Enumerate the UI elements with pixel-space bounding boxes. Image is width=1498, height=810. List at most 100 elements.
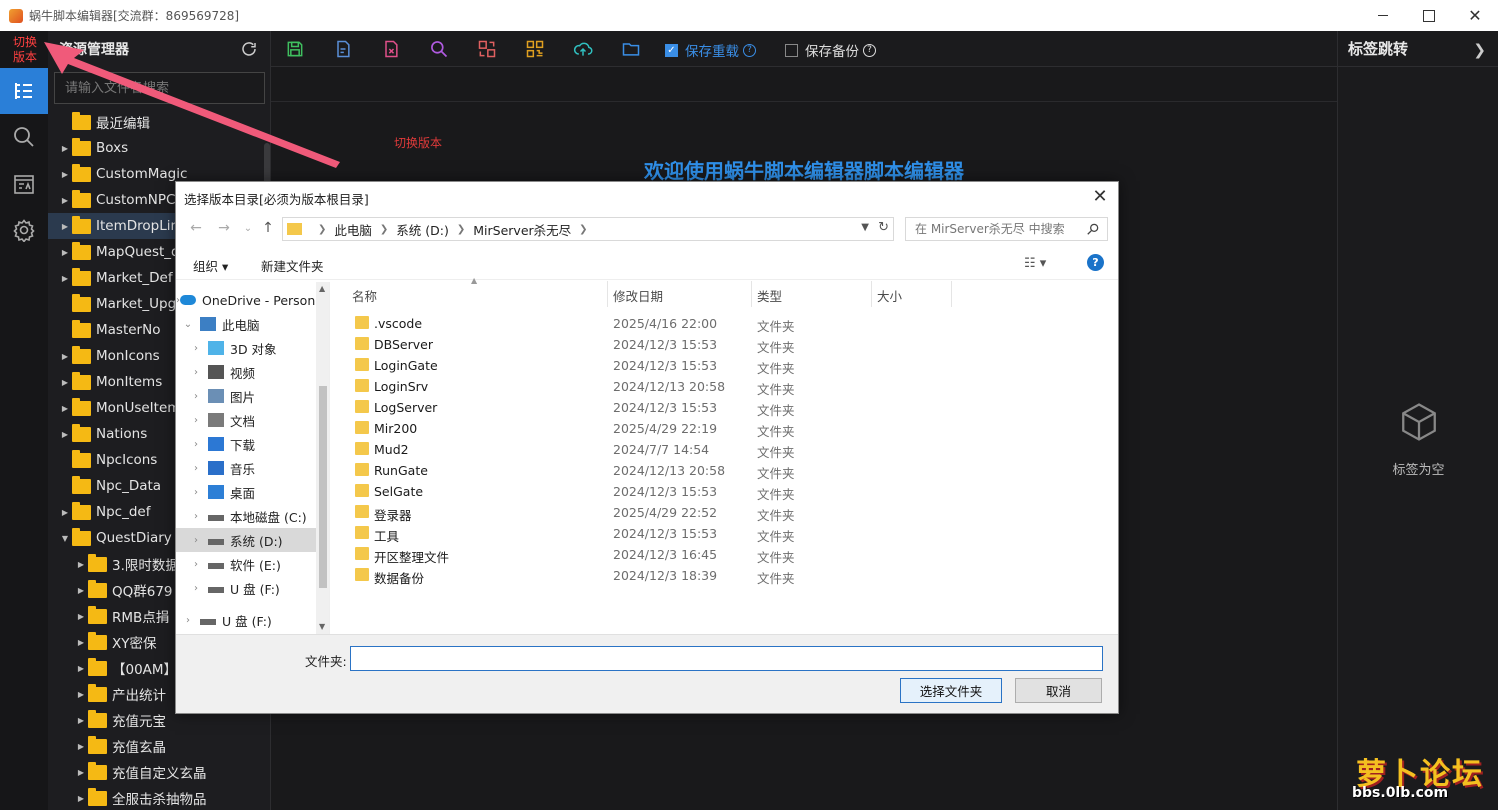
- cancel-button[interactable]: 取消: [1015, 678, 1102, 703]
- edit-file-icon[interactable]: [333, 39, 353, 59]
- explorer-tab-icon[interactable]: [0, 68, 48, 114]
- save-backup-checkbox[interactable]: 保存备份 ?: [785, 40, 876, 60]
- chevron-right-icon[interactable]: ›: [184, 487, 208, 498]
- new-folder-button[interactable]: 新建文件夹: [261, 256, 324, 275]
- refresh-icon[interactable]: ↻: [878, 220, 889, 235]
- nav-pane-item[interactable]: ⌄ 此电脑: [176, 312, 316, 336]
- file-row[interactable]: Mir200 2025/4/29 22:19 文件夹: [331, 418, 1118, 439]
- search-tab-icon[interactable]: [0, 114, 48, 160]
- nav-pane-item[interactable]: › 音乐: [176, 456, 316, 480]
- column-type-header[interactable]: 类型: [757, 286, 782, 305]
- chevron-right-icon[interactable]: ❯: [1473, 41, 1486, 59]
- nav-pane-item[interactable]: › OneDrive - Personal: [176, 288, 326, 312]
- qrcode-icon[interactable]: [525, 39, 545, 59]
- save-reload-checkbox[interactable]: ✓ 保存重载 ?: [665, 40, 756, 60]
- chevron-right-icon[interactable]: ›: [176, 615, 200, 626]
- chevron-right-icon[interactable]: ▶: [74, 612, 88, 621]
- up-arrow-icon[interactable]: ↑: [258, 220, 278, 236]
- format-tab-icon[interactable]: [0, 161, 48, 207]
- nav-pane-item[interactable]: › 系统 (D:): [176, 528, 316, 552]
- chevron-right-icon[interactable]: ›: [184, 439, 208, 450]
- file-row[interactable]: RunGate 2024/12/13 20:58 文件夹: [331, 460, 1118, 481]
- file-row[interactable]: 数据备份 2024/12/3 18:39 文件夹: [331, 565, 1118, 586]
- file-row[interactable]: SelGate 2024/12/3 15:53 文件夹: [331, 481, 1118, 502]
- settings-gear-icon[interactable]: [0, 207, 48, 253]
- chevron-right-icon[interactable]: ▶: [74, 664, 88, 673]
- switch-version-hint[interactable]: 切换版本: [394, 134, 442, 151]
- chevron-right-icon[interactable]: ❯: [457, 224, 465, 235]
- cloud-upload-icon[interactable]: [573, 39, 593, 59]
- chevron-right-icon[interactable]: ❯: [318, 224, 326, 235]
- column-divider[interactable]: [751, 281, 752, 307]
- chevron-down-icon[interactable]: ▼: [58, 534, 72, 543]
- chevron-right-icon[interactable]: ▶: [74, 586, 88, 595]
- chevron-right-icon[interactable]: ▶: [74, 638, 88, 647]
- chevron-right-icon[interactable]: ›: [184, 535, 208, 546]
- chevron-right-icon[interactable]: ▶: [58, 222, 72, 231]
- column-divider[interactable]: [607, 281, 608, 307]
- chevron-right-icon[interactable]: ›: [184, 367, 208, 378]
- nav-pane-item[interactable]: › 图片: [176, 384, 316, 408]
- chevron-down-icon[interactable]: ▼: [861, 222, 869, 233]
- chevron-right-icon[interactable]: ▶: [58, 196, 72, 205]
- recent-dropdown-icon[interactable]: ⌄: [238, 223, 258, 234]
- chevron-right-icon[interactable]: ▶: [58, 378, 72, 387]
- scroll-up-icon[interactable]: ▲: [319, 284, 325, 293]
- open-folder-icon[interactable]: [621, 39, 641, 59]
- chevron-right-icon[interactable]: ▶: [74, 768, 88, 777]
- find-icon[interactable]: [429, 39, 449, 59]
- chevron-right-icon[interactable]: ▶: [58, 170, 72, 179]
- column-size-header[interactable]: 大小: [877, 286, 902, 305]
- file-row[interactable]: 开区整理文件 2024/12/3 16:45 文件夹: [331, 544, 1118, 565]
- chevron-right-icon[interactable]: ❯: [579, 224, 587, 235]
- tree-item[interactable]: ▶ 充值自定义玄晶: [48, 759, 270, 785]
- folder-name-input[interactable]: [350, 646, 1103, 671]
- chevron-right-icon[interactable]: ›: [184, 559, 208, 570]
- chevron-right-icon[interactable]: ▶: [58, 352, 72, 361]
- nav-pane-item[interactable]: › U 盘 (F:): [176, 608, 316, 632]
- file-row[interactable]: 登录器 2025/4/29 22:52 文件夹: [331, 502, 1118, 523]
- chevron-right-icon[interactable]: ›: [184, 391, 208, 402]
- nav-pane-item[interactable]: › 桌面: [176, 480, 316, 504]
- chevron-right-icon[interactable]: ▶: [58, 144, 72, 153]
- chevron-right-icon[interactable]: ▶: [58, 508, 72, 517]
- chevron-right-icon[interactable]: ▶: [58, 248, 72, 257]
- refresh-icon[interactable]: [240, 40, 258, 58]
- close-window-button[interactable]: ✕: [1452, 0, 1498, 31]
- back-arrow-icon[interactable]: ←: [186, 220, 206, 236]
- help-icon[interactable]: ?: [1087, 254, 1104, 271]
- dialog-search-input[interactable]: [905, 217, 1108, 241]
- file-row[interactable]: DBServer 2024/12/3 15:53 文件夹: [331, 334, 1118, 355]
- chevron-right-icon[interactable]: ▶: [58, 430, 72, 439]
- nav-scrollbar-thumb[interactable]: [319, 386, 327, 588]
- maximize-button[interactable]: [1406, 0, 1452, 31]
- replace-icon[interactable]: [477, 39, 497, 59]
- chevron-right-icon[interactable]: ›: [184, 511, 208, 522]
- file-row[interactable]: LogServer 2024/12/3 15:53 文件夹: [331, 397, 1118, 418]
- chevron-right-icon[interactable]: ▶: [58, 274, 72, 283]
- column-name-header[interactable]: 名称: [352, 286, 377, 305]
- breadcrumb-item[interactable]: 此电脑: [334, 220, 372, 239]
- column-divider[interactable]: [871, 281, 872, 307]
- file-row[interactable]: 工具 2024/12/3 15:53 文件夹: [331, 523, 1118, 544]
- address-bar[interactable]: ❯ 此电脑 ❯ 系统 (D:) ❯ MirServer杀无尽 ❯ ▼ ↻: [282, 217, 894, 241]
- chevron-right-icon[interactable]: ❯: [380, 224, 388, 235]
- nav-pane-item[interactable]: › 视频: [176, 360, 316, 384]
- nav-pane-item[interactable]: › U 盘 (F:): [176, 576, 316, 600]
- dialog-close-button[interactable]: ✕: [1090, 186, 1110, 207]
- save-icon[interactable]: [285, 39, 305, 59]
- scroll-down-icon[interactable]: ▼: [319, 622, 325, 631]
- file-row[interactable]: LoginGate 2024/12/3 15:53 文件夹: [331, 355, 1118, 376]
- tree-item[interactable]: ▶ 充值玄晶: [48, 733, 270, 759]
- chevron-right-icon[interactable]: ▶: [74, 716, 88, 725]
- breadcrumb-item[interactable]: MirServer杀无尽: [473, 220, 571, 239]
- chevron-right-icon[interactable]: ›: [184, 463, 208, 474]
- tree-item[interactable]: ▶ 全服击杀抽物品: [48, 785, 270, 810]
- nav-pane-item[interactable]: › 下载: [176, 432, 316, 456]
- chevron-right-icon[interactable]: ›: [184, 415, 208, 426]
- chevron-down-icon[interactable]: ⌄: [176, 319, 200, 330]
- select-folder-button[interactable]: 选择文件夹: [900, 678, 1002, 703]
- nav-pane-item[interactable]: › 文档: [176, 408, 316, 432]
- tree-item[interactable]: 最近编辑: [48, 109, 270, 135]
- file-row[interactable]: LoginSrv 2024/12/13 20:58 文件夹: [331, 376, 1118, 397]
